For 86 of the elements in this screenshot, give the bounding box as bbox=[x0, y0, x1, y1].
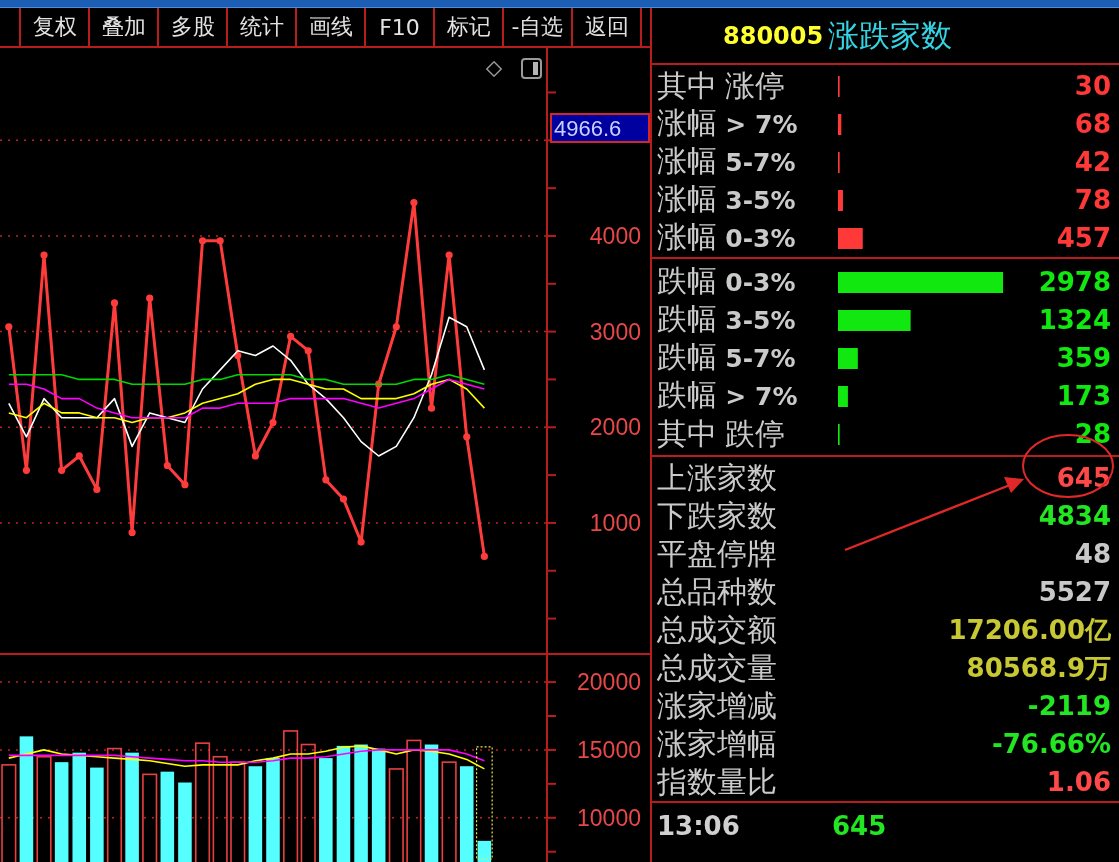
stat-label: 总成交额 bbox=[657, 612, 778, 648]
category-label: 跌幅 5-7% bbox=[657, 339, 797, 375]
tick-value: 645 bbox=[832, 811, 887, 841]
data-point bbox=[93, 485, 101, 494]
data-point bbox=[234, 351, 242, 360]
category-label: 跌幅 0-3% bbox=[657, 263, 797, 299]
data-point bbox=[75, 452, 83, 460]
panel-toggle-icon[interactable] bbox=[521, 58, 542, 79]
category-label: 跌幅 > 7% bbox=[657, 377, 799, 413]
stat-value: 17206.00亿 bbox=[948, 614, 1111, 647]
count-value: 359 bbox=[1056, 342, 1111, 375]
data-point bbox=[128, 528, 136, 537]
count-value: 68 bbox=[1074, 108, 1111, 141]
category-label: 跌幅 3-5% bbox=[657, 301, 797, 337]
stat-value: 48 bbox=[1074, 538, 1111, 571]
axis-label: 2000 bbox=[589, 414, 641, 441]
cursor-value-label: 4966.6 bbox=[550, 113, 650, 143]
axis-label: 4000 bbox=[589, 222, 641, 249]
bar bbox=[838, 227, 863, 249]
volume-bar bbox=[477, 840, 492, 862]
toolbar-button[interactable]: 返回 bbox=[571, 8, 642, 46]
count-value: 457 bbox=[1056, 222, 1111, 255]
count-value: 78 bbox=[1074, 184, 1111, 217]
stat-label: 涨家增减 bbox=[657, 688, 778, 724]
stat-value: 645 bbox=[1056, 462, 1111, 495]
count-value: 2978 bbox=[1038, 266, 1111, 299]
index-code: 880005 bbox=[723, 21, 824, 50]
stat-value: 80568.9万 bbox=[966, 652, 1111, 685]
stat-value: 1.06 bbox=[1046, 766, 1111, 799]
data-point bbox=[58, 466, 66, 474]
data-point bbox=[40, 251, 48, 259]
category-label: 涨幅 3-5% bbox=[657, 181, 797, 217]
axis-label: 3000 bbox=[589, 318, 641, 345]
data-point bbox=[181, 481, 189, 489]
bar bbox=[838, 347, 858, 369]
category-label: 涨幅 0-3% bbox=[657, 219, 797, 255]
stat-label: 上涨家数 bbox=[657, 460, 778, 496]
stat-label: 总品种数 bbox=[657, 574, 778, 610]
tick-time: 13:06 bbox=[657, 811, 741, 841]
index-name: 涨跌家数 bbox=[828, 16, 953, 55]
stat-value: 5527 bbox=[1038, 576, 1111, 609]
data-point bbox=[375, 380, 383, 388]
count-value: 42 bbox=[1074, 146, 1111, 179]
count-value: 30 bbox=[1074, 70, 1111, 103]
data-point bbox=[480, 552, 488, 560]
count-value: 1324 bbox=[1038, 304, 1111, 337]
data-point bbox=[357, 538, 365, 546]
stat-value: -2119 bbox=[1027, 690, 1111, 723]
data-point bbox=[427, 404, 436, 412]
data-point bbox=[146, 294, 154, 302]
data-point bbox=[198, 237, 207, 245]
axis-label: 10000 bbox=[577, 804, 641, 831]
axis-label: 15000 bbox=[577, 736, 641, 763]
category-label: 其中 跌停 bbox=[657, 416, 787, 452]
stat-label: 总成交量 bbox=[657, 650, 778, 686]
data-point bbox=[392, 323, 400, 331]
stat-label: 涨家增幅 bbox=[657, 726, 778, 762]
bar bbox=[838, 189, 843, 211]
data-point bbox=[410, 198, 418, 207]
axis-label: 1000 bbox=[589, 509, 641, 536]
data-point bbox=[339, 495, 348, 503]
category-label: 其中 涨停 bbox=[657, 68, 787, 104]
category-label: 涨幅 > 7% bbox=[657, 105, 799, 141]
count-value: 173 bbox=[1056, 380, 1111, 413]
stat-label: 指数量比 bbox=[657, 764, 778, 800]
data-point bbox=[287, 332, 295, 340]
axis-label: 20000 bbox=[577, 669, 641, 696]
data-point bbox=[322, 476, 330, 484]
bar bbox=[838, 385, 848, 407]
data-point bbox=[163, 461, 171, 470]
data-point bbox=[5, 323, 13, 331]
stat-value: 4834 bbox=[1038, 500, 1111, 533]
category-label: 涨幅 5-7% bbox=[657, 143, 797, 179]
bar bbox=[838, 113, 842, 135]
data-point bbox=[251, 452, 259, 460]
data-point bbox=[463, 433, 471, 441]
data-point bbox=[110, 299, 119, 307]
diamond-icon[interactable] bbox=[486, 61, 502, 77]
data-point bbox=[216, 237, 224, 245]
data-point bbox=[445, 251, 453, 259]
data-point bbox=[22, 466, 30, 474]
stat-value: -76.66% bbox=[991, 728, 1111, 761]
data-point bbox=[304, 347, 312, 355]
data-point bbox=[269, 418, 277, 427]
stat-label: 下跌家数 bbox=[657, 498, 778, 534]
stat-label: 平盘停牌 bbox=[657, 536, 778, 572]
